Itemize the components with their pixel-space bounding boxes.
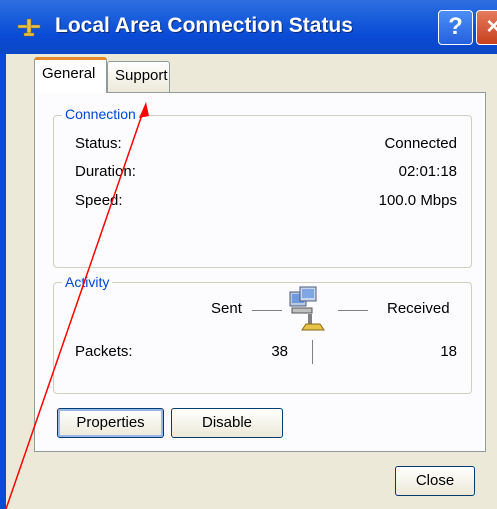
tab-general[interactable]: General (34, 57, 107, 93)
status-window: Local Area Connection Status ? × General… (0, 0, 497, 509)
tab-general-label: General (42, 65, 96, 82)
